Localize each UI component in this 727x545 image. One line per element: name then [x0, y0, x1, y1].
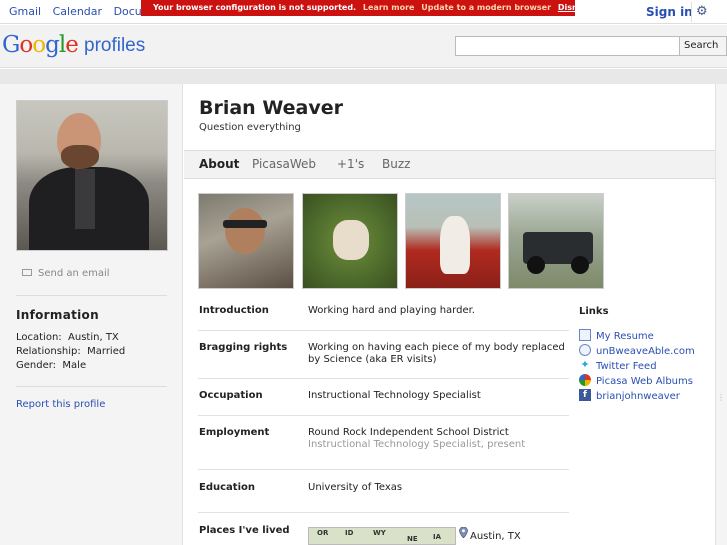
link-label: Twitter Feed — [596, 361, 657, 372]
logo-letter: o — [19, 32, 33, 58]
profile-photo[interactable] — [16, 100, 168, 251]
info-value: Male — [62, 360, 87, 371]
link-label: Picasa Web Albums — [596, 376, 693, 387]
twitter-icon: ✦ — [580, 358, 590, 371]
info-label: Relationship: — [16, 346, 81, 357]
search-button[interactable]: Search — [679, 36, 727, 56]
photo-thumbnail[interactable] — [405, 193, 501, 289]
links-heading: Links — [579, 306, 609, 317]
facebook-icon: f — [579, 389, 591, 401]
header: Google profiles Search — [0, 25, 727, 68]
tab-plus-ones[interactable]: +1's — [337, 157, 364, 171]
tab-buzz[interactable]: Buzz — [382, 157, 410, 171]
information-heading: Information — [16, 308, 99, 322]
info-label: Location: — [16, 332, 62, 343]
map-pin-icon — [459, 527, 468, 538]
link-website[interactable]: unBweaveAble.com — [579, 344, 695, 357]
employment-sub: Instructional Technology Specialist, pre… — [308, 439, 526, 450]
send-email-link[interactable]: Send an email — [22, 268, 110, 279]
info-label: Gender: — [16, 360, 57, 371]
map-label: NE — [407, 535, 418, 543]
link-label: My Resume — [596, 331, 654, 342]
link-label: unBweaveAble.com — [596, 346, 695, 357]
gear-icon: ⚙ — [696, 4, 708, 19]
row-divider — [198, 469, 569, 470]
map-label: OR — [317, 529, 329, 537]
info-location: Location: Austin, TX — [16, 332, 119, 343]
bragging-rights-label: Bragging rights — [199, 342, 288, 353]
link-picasa[interactable]: Picasa Web Albums — [579, 374, 693, 387]
link-facebook[interactable]: f brianjohnweaver — [579, 389, 680, 402]
employment-label: Employment — [199, 427, 270, 438]
profile-name: Brian Weaver — [199, 97, 343, 119]
occupation-label: Occupation — [199, 390, 263, 401]
photo-thumbnail[interactable] — [508, 193, 604, 289]
link-resume[interactable]: My Resume — [579, 329, 654, 342]
tab-about[interactable]: About — [199, 157, 239, 171]
google-logo[interactable]: Google — [2, 32, 79, 58]
send-email-label: Send an email — [38, 268, 110, 279]
tab-picasaweb[interactable]: PicasaWeb — [252, 157, 316, 171]
right-edge-panel — [715, 84, 727, 545]
education-value: University of Texas — [308, 482, 403, 493]
row-divider — [198, 512, 569, 513]
tab-bar: About PicasaWeb +1's Buzz — [184, 150, 715, 179]
learn-more-link[interactable]: Learn more — [363, 3, 415, 12]
info-value: Married — [87, 346, 126, 357]
divider — [16, 386, 167, 387]
report-profile-link[interactable]: Report this profile — [16, 399, 105, 410]
introduction-value: Working hard and playing harder. — [308, 305, 475, 316]
resize-grip-icon[interactable]: ⋮ — [717, 393, 725, 407]
header-band — [0, 69, 727, 84]
introduction-label: Introduction — [199, 305, 269, 316]
mail-icon — [22, 268, 32, 276]
warning-text: Your browser configuration is not suppor… — [153, 3, 357, 12]
nav-calendar[interactable]: Calendar — [53, 5, 102, 18]
info-gender: Gender: Male — [16, 360, 86, 371]
sidebar: Send an email Information Location: Aust… — [0, 84, 183, 545]
picasa-icon — [579, 374, 591, 386]
logo-letter: o — [32, 32, 46, 58]
photo-thumbnail[interactable] — [302, 193, 398, 289]
map-label: ID — [345, 529, 354, 537]
bragging-rights-value: Working on having each piece of my body … — [308, 342, 565, 365]
divider — [16, 295, 167, 296]
place-value: Austin, TX — [470, 531, 521, 542]
document-icon — [579, 329, 591, 341]
sign-in-link[interactable]: Sign in — [646, 5, 693, 19]
row-divider — [198, 378, 569, 379]
nav-gmail[interactable]: Gmail — [9, 5, 41, 18]
logo-letter: g — [45, 32, 60, 58]
link-twitter[interactable]: ✦ Twitter Feed — [579, 358, 657, 373]
places-map[interactable]: OR ID WY NE IA — [308, 527, 456, 545]
search-input[interactable] — [455, 36, 680, 56]
places-label: Places I've lived — [199, 525, 290, 536]
employment-value: Round Rock Independent School District — [308, 427, 509, 438]
browser-warning-banner: Your browser configuration is not suppor… — [141, 0, 593, 16]
info-relationship: Relationship: Married — [16, 346, 125, 357]
update-browser-link[interactable]: Update to a modern browser — [421, 3, 551, 12]
occupation-value: Instructional Technology Specialist — [308, 390, 481, 401]
logo-letter: G — [2, 32, 20, 58]
link-label: brianjohnweaver — [596, 391, 680, 402]
info-value: Austin, TX — [68, 332, 119, 343]
map-label: IA — [433, 533, 442, 541]
dismiss-link[interactable]: Dismiss — [558, 3, 593, 12]
row-divider — [198, 415, 569, 416]
education-label: Education — [199, 482, 255, 493]
logo-letter: e — [65, 32, 79, 58]
product-name: profiles — [84, 35, 146, 56]
globe-icon — [579, 344, 591, 356]
row-divider — [198, 330, 569, 331]
photo-thumbnail[interactable] — [198, 193, 294, 289]
profile-tagline: Question everything — [199, 122, 301, 133]
top-bar: Gmail Calendar Documents Your browser co… — [0, 0, 727, 24]
map-label: WY — [373, 529, 386, 537]
settings-button[interactable]: ⚙ — [691, 2, 711, 22]
